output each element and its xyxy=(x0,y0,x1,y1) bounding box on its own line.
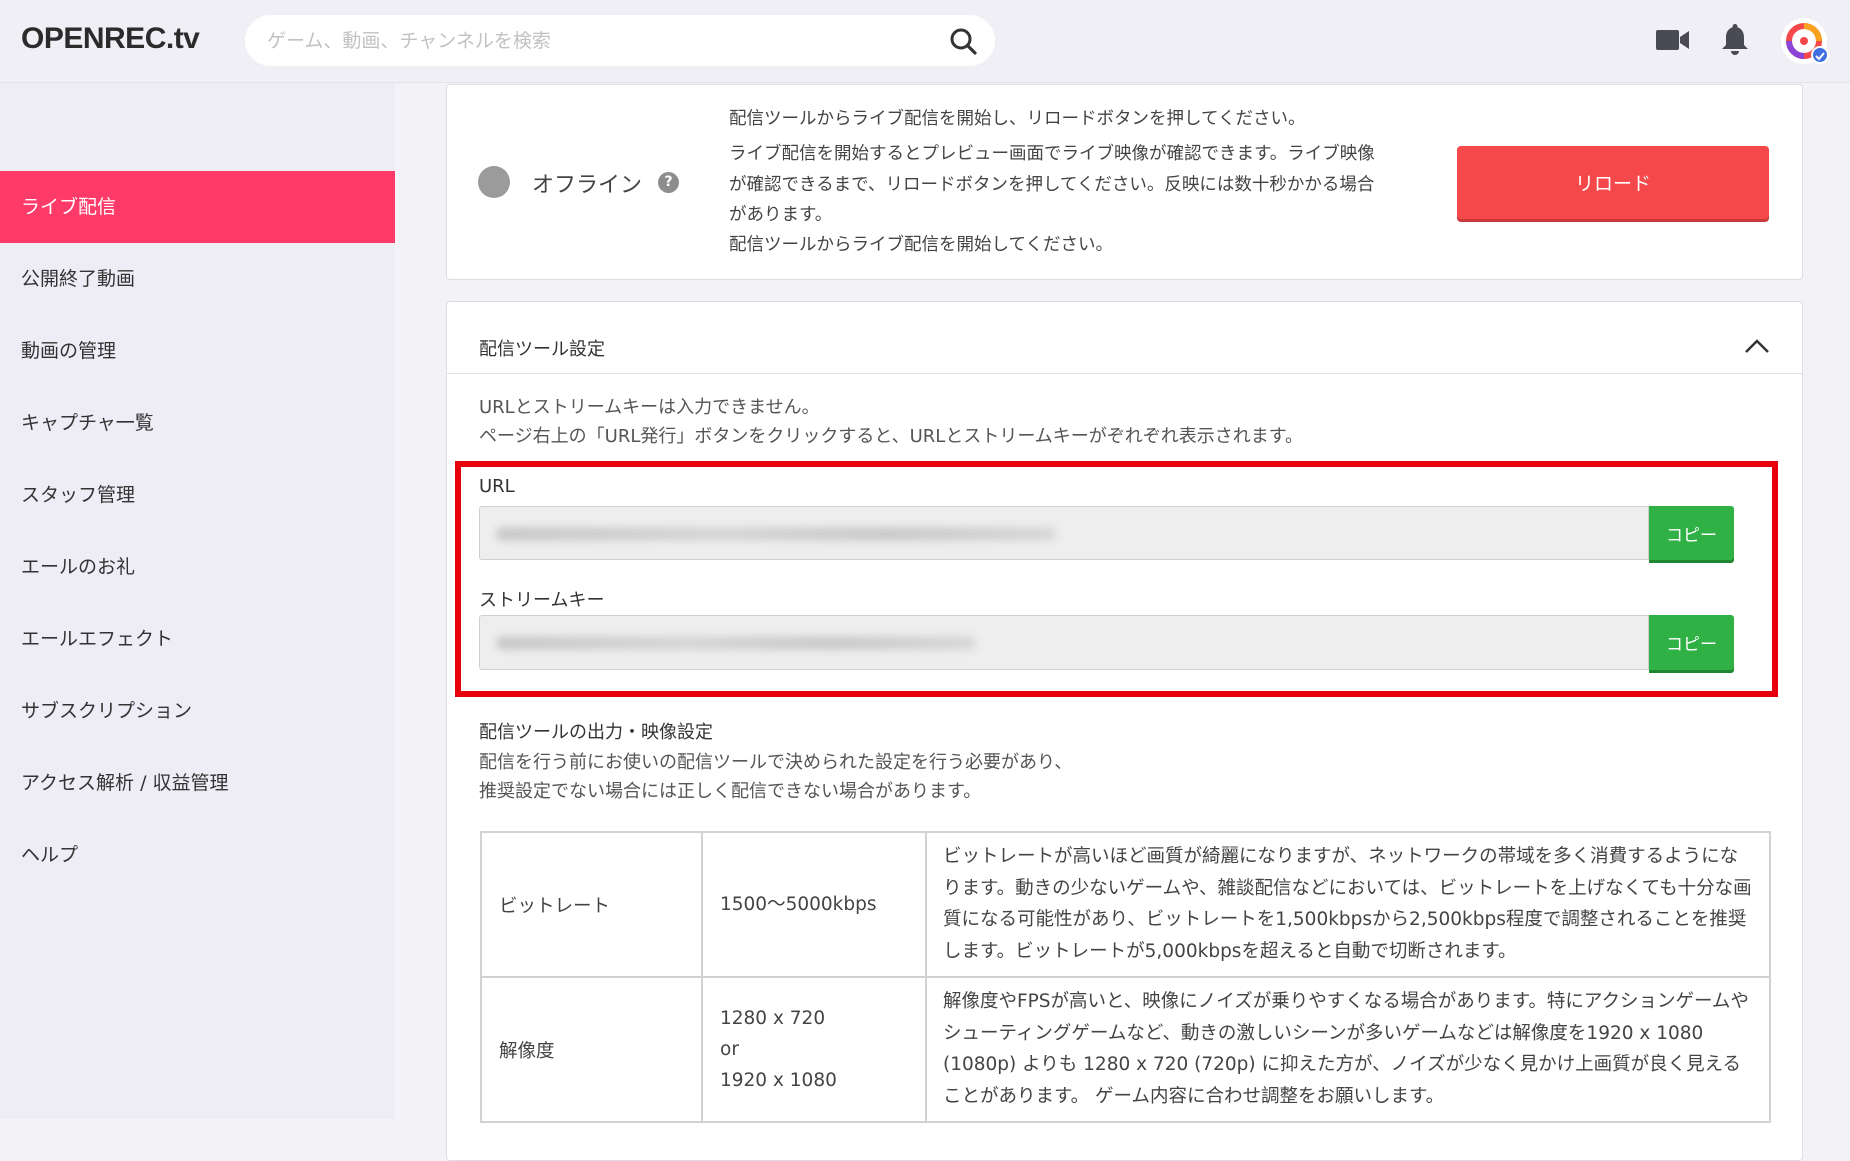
sidebar-item-ended-videos[interactable]: 公開終了動画 xyxy=(0,243,395,315)
status-message-3: 配信ツールからライブ配信を開始してください。 xyxy=(729,235,1113,255)
stream-key-label: ストリームキー xyxy=(479,590,605,611)
blurred-url-value xyxy=(496,527,1056,541)
settings-note-1: URLとストリームキーは入力できません。 xyxy=(479,397,820,418)
blurred-stream-key-value xyxy=(496,636,976,650)
help-icon[interactable]: ? xyxy=(658,172,679,193)
setting-description: ビットレートが高いほど画質が綺麗になりますが、ネットワークの帯域を多く消費するよ… xyxy=(925,831,1771,978)
search-icon[interactable] xyxy=(949,27,977,55)
settings-title: 配信ツール設定 xyxy=(479,339,605,360)
bell-icon[interactable] xyxy=(1720,24,1750,56)
search-bar xyxy=(245,15,995,66)
setting-name: ビットレート xyxy=(480,831,703,978)
setting-name: 解像度 xyxy=(480,976,703,1123)
sidebar-item-cheer-thanks[interactable]: エールのお礼 xyxy=(0,531,395,603)
stream-tool-settings-card: 配信ツール設定 URLとストリームキーは入力できません。 ページ右上の「URL発… xyxy=(446,301,1803,1161)
sidebar-item-cheer-effect[interactable]: エールエフェクト xyxy=(0,603,395,675)
search-input[interactable] xyxy=(265,15,905,66)
setting-description: 解像度やFPSが高いと、映像にノイズが乗りやすくなる場合があります。特にアクショ… xyxy=(925,976,1771,1123)
sidebar-item-analytics-revenue[interactable]: アクセス解析 / 収益管理 xyxy=(0,747,395,819)
sidebar-item-video-management[interactable]: 動画の管理 xyxy=(0,315,395,387)
setting-value-line: 1500〜5000kbps xyxy=(720,894,877,915)
setting-value-line: 1920 x 1080 xyxy=(720,1070,837,1091)
url-field[interactable] xyxy=(479,506,1649,560)
stream-key-field[interactable] xyxy=(479,615,1649,670)
sidebar-item-subscription[interactable]: サブスクリプション xyxy=(0,675,395,747)
settings-header[interactable]: 配信ツール設定 xyxy=(447,302,1802,374)
avatar[interactable] xyxy=(1781,18,1829,64)
output-settings-desc-2: 推奨設定でない場合には正しく配信できない場合があります。 xyxy=(479,781,982,802)
reload-button[interactable]: リロード xyxy=(1457,146,1769,219)
stream-status-card: オフライン ? 配信ツールからライブ配信を開始し、リロードボタンを押してください… xyxy=(446,84,1803,280)
output-settings-title: 配信ツールの出力・映像設定 xyxy=(479,722,713,743)
camera-icon[interactable] xyxy=(1656,28,1690,52)
top-header: OPENREC.tv xyxy=(0,0,1850,83)
status-label: オフライン xyxy=(532,173,643,198)
copy-stream-key-button[interactable]: コピー xyxy=(1649,615,1734,670)
status-message-2: ライブ配信を開始するとプレビュー画面でライブ映像が確認できます。ライブ映像が確認… xyxy=(729,144,1375,225)
status-message-1: 配信ツールからライブ配信を開始し、リロードボタンを押してください。 xyxy=(729,109,1306,129)
openrec-logo[interactable]: OPENREC.tv xyxy=(21,22,200,56)
copy-url-button[interactable]: コピー xyxy=(1649,506,1734,560)
chevron-up-icon[interactable] xyxy=(1744,338,1770,354)
sidebar-item-live-stream[interactable]: ライブ配信 xyxy=(0,171,395,243)
sidebar-item-staff-management[interactable]: スタッフ管理 xyxy=(0,459,395,531)
setting-value-line: 1280 x 720 xyxy=(720,1008,826,1029)
setting-value-line: or xyxy=(720,1039,739,1060)
setting-value: 1280 x 720 or 1920 x 1080 xyxy=(701,976,927,1123)
verified-check-icon xyxy=(1811,46,1829,64)
sidebar-item-capture-list[interactable]: キャプチャ一覧 xyxy=(0,387,395,459)
table-row: ビットレート 1500〜5000kbps ビットレートが高いほど画質が綺麗になり… xyxy=(480,831,1771,978)
offline-status-dot xyxy=(478,166,510,198)
sidebar: ライブ配信 公開終了動画 動画の管理 キャプチャ一覧 スタッフ管理 エールのお礼… xyxy=(0,83,395,1119)
setting-value: 1500〜5000kbps xyxy=(701,831,927,978)
settings-note-2: ページ右上の「URL発行」ボタンをクリックすると、URLとストリームキーがぞれぞ… xyxy=(479,426,1303,447)
url-label: URL xyxy=(479,476,515,497)
table-row: 解像度 1280 x 720 or 1920 x 1080 解像度やFPSが高い… xyxy=(480,976,1771,1123)
sidebar-item-help[interactable]: ヘルプ xyxy=(0,819,395,891)
recommended-settings-table: ビットレート 1500〜5000kbps ビットレートが高いほど画質が綺麗になり… xyxy=(480,831,1771,1123)
output-settings-desc-1: 配信を行う前にお使いの配信ツールで決められた設定を行う必要があり、 xyxy=(479,752,1073,773)
